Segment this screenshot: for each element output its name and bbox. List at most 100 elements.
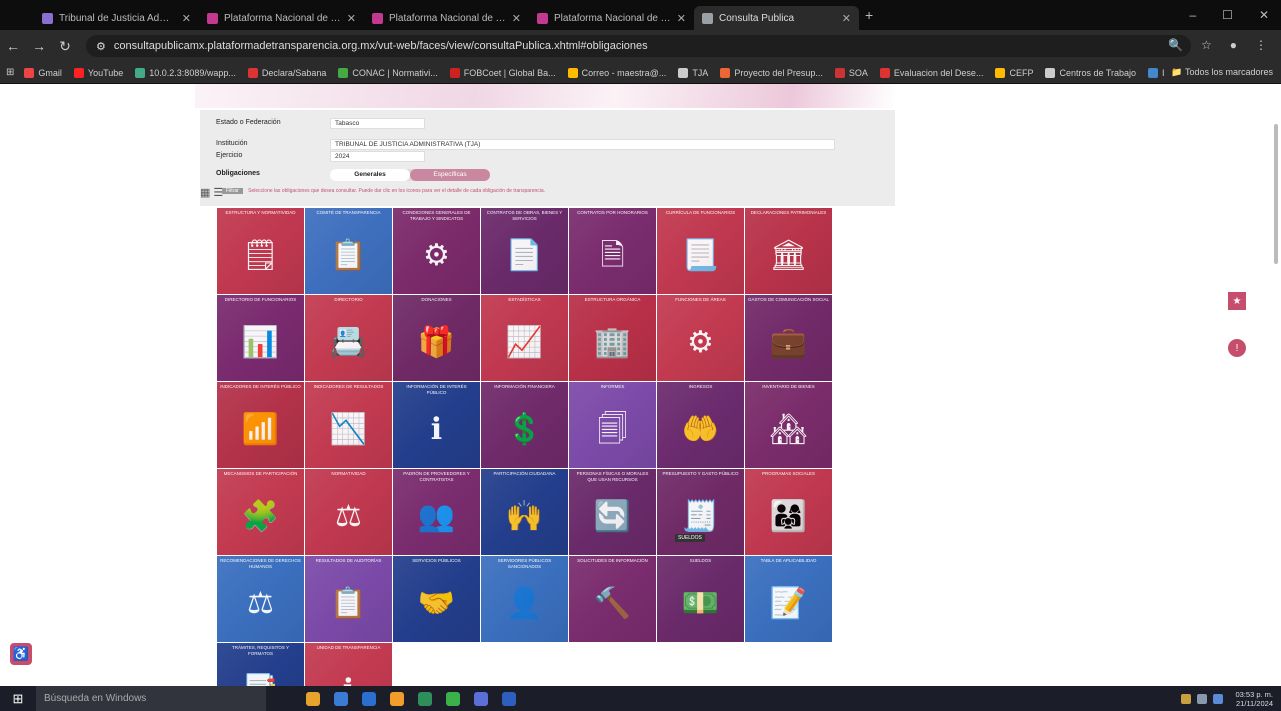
menu-icon[interactable]: ⋮ [1255, 38, 1267, 52]
browser-tab[interactable]: Plataforma Nacional de Transp... ✕ [364, 6, 529, 30]
tab-close-icon[interactable]: ✕ [182, 12, 191, 25]
tray-app-icon[interactable] [1181, 694, 1192, 704]
obligation-tile[interactable]: Mecanismos de Participación 🧩 [217, 469, 304, 555]
tab-close-icon[interactable]: ✕ [842, 12, 851, 25]
obligation-tile[interactable]: Donaciones 🎁 [393, 295, 480, 381]
obligation-tile[interactable]: Informes 🗐 [569, 382, 656, 468]
browser-tab[interactable]: Consulta Publica ✕ [694, 6, 859, 30]
browser-tab[interactable]: Tribunal de Justicia Administr... ✕ [34, 6, 199, 30]
obligation-tile[interactable]: Normatividad ⚖ [305, 469, 392, 555]
bookmark-star-icon[interactable]: ☆ [1201, 38, 1212, 52]
obligation-tile[interactable]: Solicitudes de Información 🔨 [569, 556, 656, 642]
taskbar-search[interactable]: Búsqueda en Windows [36, 686, 266, 711]
obligation-tile[interactable]: Información de Interés Público ℹ [393, 382, 480, 468]
obligation-tile[interactable]: Participación Ciudadana 🙌 [481, 469, 568, 555]
obligation-tile[interactable]: Directorio 📇 [305, 295, 392, 381]
grid-view-icon[interactable]: ▦ [200, 186, 210, 199]
obligation-tile[interactable]: Programas Sociales 👨‍👩‍👧 [745, 469, 832, 555]
obligation-tile[interactable]: Servicios Públicos 🤝 [393, 556, 480, 642]
taskbar-app-icon[interactable] [446, 691, 460, 706]
obligation-tile[interactable]: Información Financiera 💲 [481, 382, 568, 468]
taskbar-app-icon[interactable] [418, 691, 432, 706]
bookmark-item[interactable]: 10.0.2.3:8089/wapp... [135, 67, 236, 78]
bookmark-item[interactable]: YouTube [73, 67, 123, 78]
obligation-tile[interactable]: Indicadores de Resultados 📉 [305, 382, 392, 468]
minimize-icon[interactable]: – [1189, 8, 1196, 22]
obligation-tile[interactable]: Comité de Transparencia 📋 [305, 208, 392, 294]
all-bookmarks-button[interactable]: 📁 Todos los marcadores [1165, 67, 1273, 78]
alert-button[interactable]: ! [1228, 339, 1246, 357]
bookmark-item[interactable]: Centros de Trabajo [1045, 67, 1136, 78]
obligation-tile[interactable]: Unidad de Transparencia ℹ [305, 643, 392, 686]
windows-start-icon[interactable]: ⊞ [0, 691, 36, 707]
page-scrollbar[interactable] [1273, 84, 1279, 686]
bookmark-item[interactable]: CEFP [995, 67, 1033, 78]
bookmark-item[interactable]: Declara/Sabana [247, 67, 326, 78]
bookmark-item[interactable]: FOBCoet | Global Ba... [449, 67, 556, 78]
close-window-icon[interactable]: ✕ [1259, 8, 1269, 22]
profile-icon[interactable]: ● [1230, 38, 1237, 52]
obligation-tile[interactable]: Presupuesto y Gasto Público 🧾 [657, 469, 744, 555]
obligation-tile[interactable]: Indicadores de Interés Público 📶 [217, 382, 304, 468]
bookmark-item[interactable]: TJA [678, 67, 708, 78]
bookmark-item[interactable]: Evaluacion del Dese... [879, 67, 983, 78]
obligation-tile[interactable]: Estructura y Normatividad 🗒 [217, 208, 304, 294]
obligation-tile[interactable]: Trámites, Requisitos y Formatos 📑 [217, 643, 304, 686]
taskbar-clock[interactable]: 03:53 p. m. 21/11/2024 [1235, 690, 1273, 708]
site-info-icon[interactable]: ⚙ [96, 40, 106, 53]
obligation-tile[interactable]: Declaraciones Patrimoniales 🏛 [745, 208, 832, 294]
zoom-icon[interactable]: 🔍 [1168, 38, 1183, 52]
obligation-tile[interactable]: Inventario de Bienes 🏘 [745, 382, 832, 468]
tab-close-icon[interactable]: ✕ [347, 12, 356, 25]
url-input[interactable]: ⚙ consultapublicamx.plataformadetranspar… [86, 35, 1191, 57]
obligation-tile[interactable]: Contratos de Obras, Bienes y Servicios 📄 [481, 208, 568, 294]
obligation-tile[interactable]: Ingresos 🤲 [657, 382, 744, 468]
obligation-tile[interactable]: Estadísticas 📈 [481, 295, 568, 381]
new-tab-button[interactable]: + [865, 7, 873, 23]
toggle-generales[interactable]: Generales [330, 169, 410, 181]
obligation-tile[interactable]: Condiciones Generales de Trabajo y Sindi… [393, 208, 480, 294]
reload-icon[interactable]: ↻ [52, 38, 78, 55]
toggle-especificas[interactable]: Específicas [410, 169, 490, 181]
apps-grid-icon[interactable]: ⊞ [6, 67, 14, 78]
filter-button[interactable]: Filtrar [222, 188, 243, 194]
obligation-tile[interactable]: Padrón de Proveedores y Contratistas 👥 [393, 469, 480, 555]
obligation-tile[interactable]: Gastos de Comunicación Social 💼 [745, 295, 832, 381]
forward-icon[interactable]: → [26, 38, 52, 54]
taskbar-app-icon[interactable] [306, 691, 320, 706]
obligation-tile[interactable]: Resultados de Auditorías 📋 [305, 556, 392, 642]
accessibility-button[interactable]: ♿ [10, 643, 32, 665]
taskbar-app-icon[interactable] [502, 691, 516, 706]
bookmark-item[interactable]: CONAC | Normativi... [338, 67, 438, 78]
obligation-tile[interactable]: Servidores Públicos Sancionados 👤 [481, 556, 568, 642]
back-icon[interactable]: ← [0, 38, 26, 54]
taskbar-app-icon[interactable] [362, 691, 376, 706]
obligation-tile[interactable]: Currícula de Funcionarios 📃 [657, 208, 744, 294]
estado-select[interactable]: Tabasco [330, 118, 425, 129]
obligation-tile[interactable]: Estructura Orgánica 🏢 [569, 295, 656, 381]
browser-tab[interactable]: Plataforma Nacional de Transp... ✕ [529, 6, 694, 30]
maximize-icon[interactable]: ☐ [1222, 8, 1233, 22]
scrollbar-thumb[interactable] [1274, 124, 1278, 264]
tab-close-icon[interactable]: ✕ [512, 12, 521, 25]
tab-close-icon[interactable]: ✕ [677, 12, 686, 25]
volume-icon[interactable] [1213, 694, 1224, 704]
taskbar-app-icon[interactable] [390, 691, 404, 706]
bookmark-item[interactable]: Proyecto del Presup... [720, 67, 823, 78]
favorite-button[interactable]: ★ [1228, 292, 1246, 310]
obligation-tile[interactable]: Personas Físicas o Morales que usan Recu… [569, 469, 656, 555]
obligation-tile[interactable]: Directorio de Funcionarios 📊 [217, 295, 304, 381]
obligation-tile[interactable]: Recomendaciones de Derechos Humanos ⚖ [217, 556, 304, 642]
obligation-tile[interactable]: Sueldos 💵 [657, 556, 744, 642]
institucion-select[interactable]: TRIBUNAL DE JUSTICIA ADMINISTRATIVA (TJA… [330, 139, 835, 150]
obligation-tile[interactable]: Funciones de Áreas ⚙ [657, 295, 744, 381]
ejercicio-select[interactable]: 2024 [330, 151, 425, 162]
bookmark-item[interactable]: Gmail [24, 67, 62, 78]
taskbar-app-icon[interactable] [474, 691, 488, 706]
obligation-tile[interactable]: Tabla de Aplicabilidad 📝 [745, 556, 832, 642]
taskbar-app-icon[interactable] [334, 691, 348, 706]
bookmark-item[interactable]: Correo - maestra@... [567, 67, 666, 78]
obligation-tile[interactable]: Contratos por Honorarios 🗎 [569, 208, 656, 294]
browser-tab[interactable]: Plataforma Nacional de Transp... ✕ [199, 6, 364, 30]
network-icon[interactable] [1197, 694, 1208, 704]
